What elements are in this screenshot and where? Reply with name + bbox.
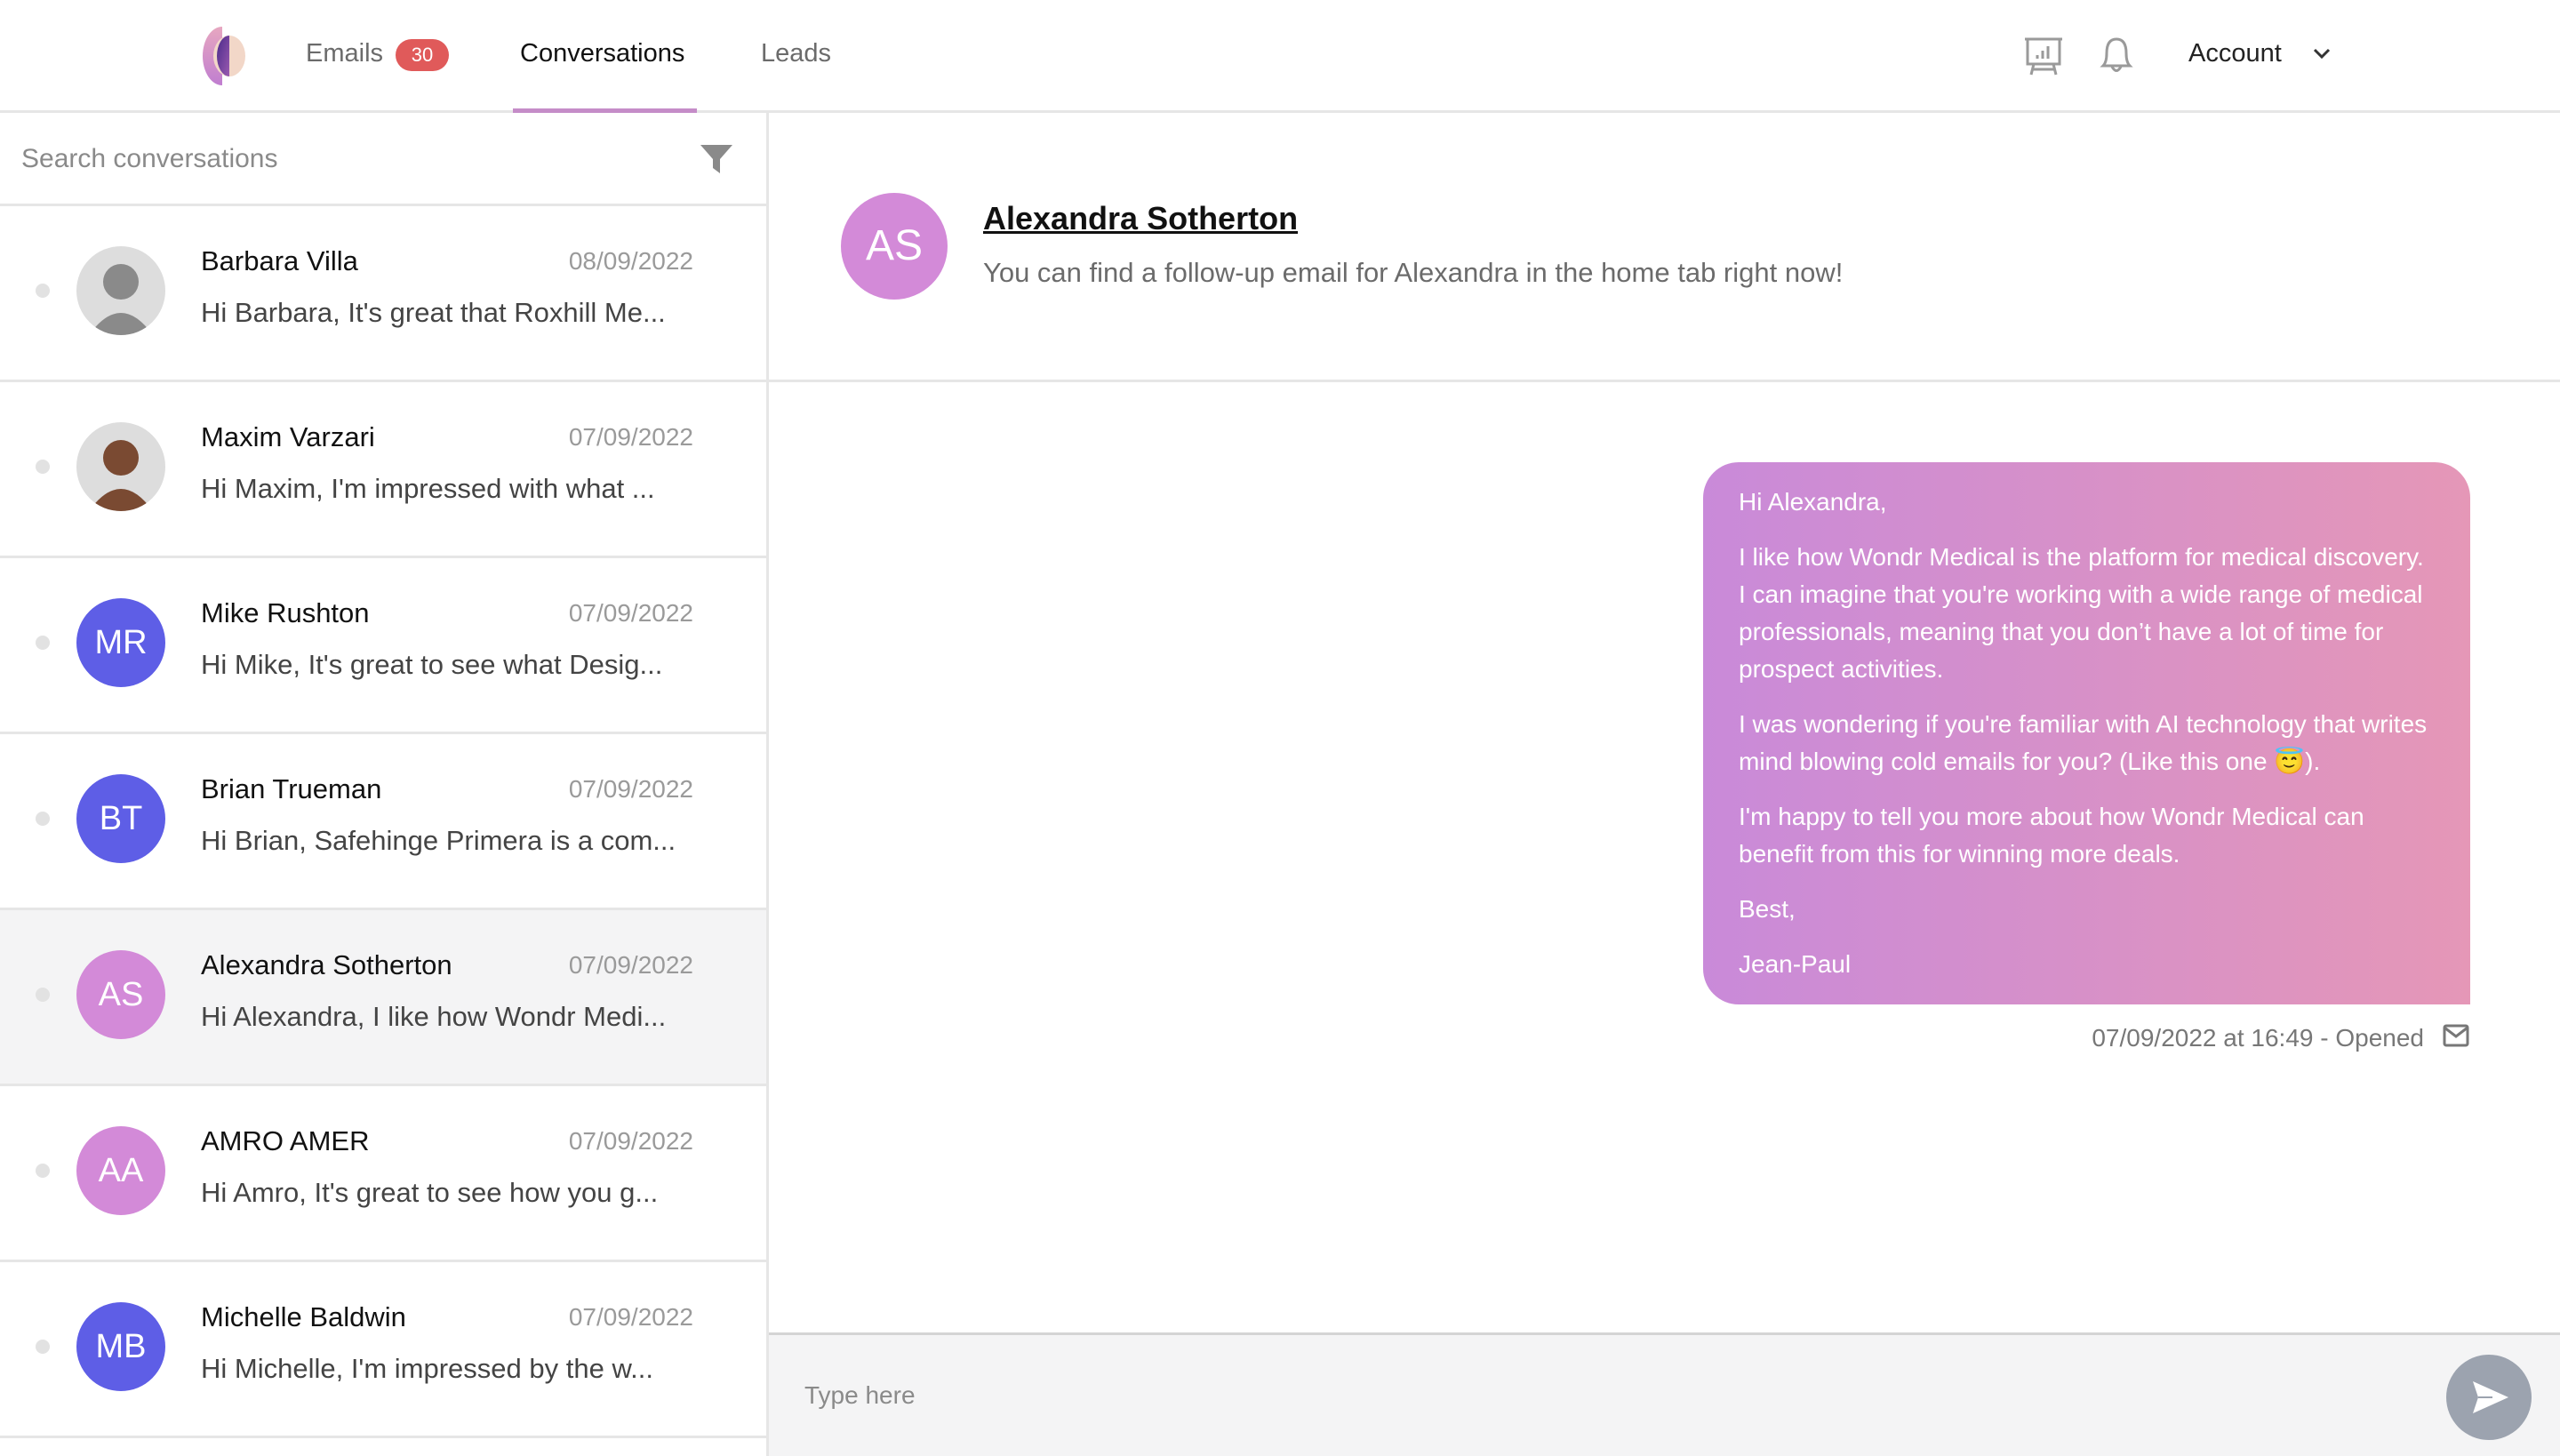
message-preview: Hi Barbara, It's great that Roxhill Me..… [201, 297, 699, 329]
unread-dot [36, 636, 50, 650]
contact-header: AS Alexandra Sotherton You can find a fo… [769, 113, 2560, 382]
message-preview: Hi Amro, It's great to see how you g... [201, 1177, 699, 1209]
conversation-date: 07/09/2022 [569, 1303, 693, 1332]
message-preview: Hi Maxim, I'm impressed with what ... [201, 473, 699, 505]
contact-subtitle: You can find a follow-up email for Alexa… [983, 257, 1843, 289]
conversation-date: 07/09/2022 [569, 423, 693, 452]
unread-dot [36, 988, 50, 1002]
message-status: 07/09/2022 at 16:49 - Opened [2092, 1024, 2424, 1052]
message-preview: Hi Michelle, I'm impressed by the w... [201, 1353, 699, 1385]
message-composer [769, 1332, 2560, 1456]
unread-dot [36, 812, 50, 826]
contact-name: Maxim Varzari [201, 421, 375, 453]
tab-conversations[interactable]: Conversations [520, 39, 684, 68]
unread-dot [36, 284, 50, 298]
send-button[interactable] [2446, 1355, 2532, 1440]
conversation-list-panel: Barbara Villa 08/09/2022 Hi Barbara, It's … [0, 113, 769, 1456]
message-paragraph: I'm happy to tell you more about how Won… [1739, 798, 2435, 873]
unread-dot [36, 1164, 50, 1178]
emails-count-badge: 30 [396, 39, 449, 71]
contact-name: Barbara Villa [201, 245, 358, 277]
search-bar [0, 113, 766, 206]
avatar: MR [76, 598, 165, 687]
send-icon [2446, 1355, 2532, 1440]
message-input[interactable] [804, 1374, 2404, 1417]
account-menu[interactable]: Account [2188, 39, 2282, 68]
conversation-item[interactable]: AA AMRO AMER 07/09/2022 Hi Amro, It's great… [0, 1086, 766, 1262]
chevron-down-icon[interactable] [2311, 43, 2332, 64]
message-preview: Hi Brian, Safehinge Primera is a com... [201, 825, 699, 857]
unread-dot [36, 1340, 50, 1354]
message-preview: Hi Alexandra, I like how Wondr Medi... [201, 1001, 699, 1033]
tab-emails[interactable]: Emails [306, 39, 383, 68]
conversation-item[interactable]: BT Brian Trueman 07/09/2022 Hi Brian, Safeh… [0, 734, 766, 910]
conversation-date: 08/09/2022 [569, 247, 693, 276]
filter-icon[interactable] [699, 141, 734, 177]
search-input[interactable] [21, 140, 679, 179]
message-paragraph: Hi Alexandra, [1739, 484, 2435, 521]
conversation-item[interactable]: Maxim Varzari 07/09/2022 Hi Maxim, I'm imp… [0, 382, 766, 558]
top-nav: Emails 30 Conversations Leads Account [0, 0, 2560, 113]
conversation-date: 07/09/2022 [569, 1127, 693, 1156]
contact-name: Alexandra Sotherton [201, 949, 452, 981]
app-logo[interactable] [203, 27, 252, 85]
conversation-date: 07/09/2022 [569, 775, 693, 804]
avatar: MB [76, 1302, 165, 1391]
tab-leads[interactable]: Leads [761, 39, 831, 68]
contact-name: Michelle Baldwin [201, 1301, 406, 1333]
avatar [76, 246, 165, 335]
conversation-item[interactable]: AS Alexandra Sotherton 07/09/2022 Hi Alexan… [0, 910, 766, 1086]
message-bubble: Hi Alexandra, I like how Wondr Medical i… [1703, 462, 2470, 1004]
contact-name: Brian Trueman [201, 773, 381, 805]
conversation-item[interactable]: Barbara Villa 08/09/2022 Hi Barbara, It's … [0, 206, 766, 382]
avatar: AS [76, 950, 165, 1039]
message-paragraph: Best, [1739, 891, 2435, 928]
unread-dot [36, 460, 50, 474]
message-paragraph: I was wondering if you're familiar with … [1739, 706, 2435, 780]
message-preview: Hi Mike, It's great to see what Desig... [201, 649, 699, 681]
conversation-date: 07/09/2022 [569, 951, 693, 980]
avatar: AA [76, 1126, 165, 1215]
contact-name-link[interactable]: Alexandra Sotherton [983, 200, 1298, 237]
conversation-date: 07/09/2022 [569, 599, 693, 628]
avatar: BT [76, 774, 165, 863]
conversation-item[interactable]: MB Michelle Baldwin 07/09/2022 Hi Michelle,… [0, 1262, 766, 1438]
contact-name: AMRO AMER [201, 1125, 369, 1157]
message-paragraph: Jean-Paul [1739, 946, 2435, 983]
mail-icon [2443, 1024, 2469, 1047]
conversation-item[interactable]: MR Mike Rushton 07/09/2022 Hi Mike, It's gr… [0, 558, 766, 734]
presentation-chart-icon[interactable] [2023, 34, 2064, 76]
avatar [76, 422, 165, 511]
bell-icon[interactable] [2096, 34, 2137, 76]
contact-avatar: AS [841, 193, 948, 300]
message-paragraph: I like how Wondr Medical is the platform… [1739, 539, 2435, 688]
contact-name: Mike Rushton [201, 597, 370, 629]
